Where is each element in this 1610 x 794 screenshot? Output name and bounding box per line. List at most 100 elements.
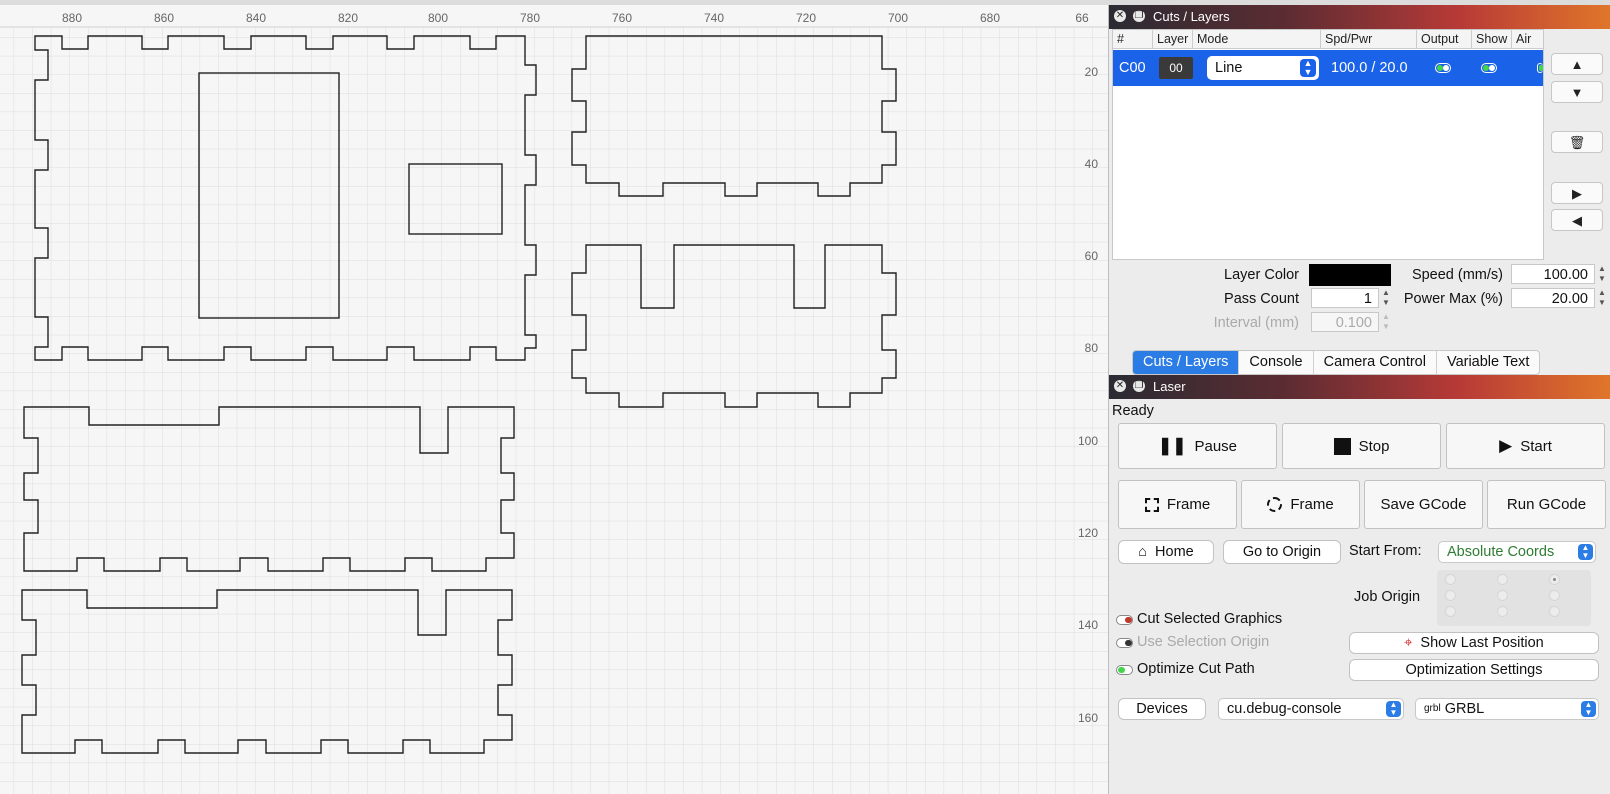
origin-radio[interactable]: [1445, 606, 1456, 617]
speed-stepper[interactable]: ▲ ▼: [1597, 264, 1607, 284]
frame-circle-button[interactable]: Frame: [1241, 480, 1360, 529]
ruler-label: 860: [154, 11, 174, 25]
start-from-select[interactable]: Absolute Coords ▲ ▼: [1438, 541, 1596, 563]
laser-panel-titlebar: ✕ ❐ Laser: [1109, 375, 1610, 399]
run-gcode-button[interactable]: Run GCode: [1487, 480, 1606, 529]
ruler-label: 760: [612, 11, 632, 25]
panel-title: Laser: [1153, 379, 1186, 394]
ruler-label: 100: [1078, 434, 1098, 448]
go-to-origin-button[interactable]: Go to Origin: [1223, 540, 1341, 564]
move-up-button[interactable]: ▲: [1551, 53, 1603, 75]
column-header[interactable]: #: [1113, 30, 1153, 49]
play-icon: ▶: [1499, 436, 1513, 455]
stop-icon: [1333, 437, 1351, 455]
origin-radio[interactable]: [1549, 590, 1560, 601]
ruler-label: 160: [1078, 711, 1098, 725]
column-header[interactable]: Layer: [1153, 30, 1193, 49]
ruler-label: 840: [246, 11, 266, 25]
show-last-position-button[interactable]: ⌖ Show Last Position: [1349, 632, 1599, 654]
frame-rect-button[interactable]: Frame: [1118, 480, 1237, 529]
move-right-button[interactable]: ▶: [1551, 182, 1603, 204]
power-max-stepper[interactable]: ▲ ▼: [1597, 288, 1607, 308]
stop-label: Stop: [1358, 437, 1390, 455]
tab-variable-text[interactable]: Variable Text: [1437, 351, 1539, 374]
column-header[interactable]: Air: [1512, 30, 1543, 49]
ruler-label: 40: [1085, 157, 1099, 171]
chevron-left-icon: ◀: [1572, 213, 1582, 228]
ruler-label: 880: [62, 11, 82, 25]
interval-input: 0.100: [1311, 312, 1379, 332]
move-down-button[interactable]: ▼: [1551, 81, 1603, 103]
chevron-updown-icon: ▲ ▼: [1386, 701, 1401, 717]
origin-radio[interactable]: [1445, 590, 1456, 601]
grbl-logo: grbl: [1424, 703, 1441, 714]
float-icon[interactable]: ❐: [1133, 380, 1145, 392]
cut-selected-toggle[interactable]: [1116, 615, 1133, 625]
air-toggle[interactable]: [1537, 63, 1543, 73]
layer-color-swatch[interactable]: [1309, 264, 1391, 286]
speed-power-value: 100.0 / 20.0: [1331, 60, 1408, 76]
pass-count-input[interactable]: 1: [1311, 288, 1379, 308]
origin-radio[interactable]: [1497, 590, 1508, 601]
mode-select[interactable]: Line ▲ ▼: [1207, 56, 1319, 80]
layer-color-chip[interactable]: 00: [1159, 57, 1193, 79]
laser-panel: ✕ ❐ Laser Ready ❚❚ Pause Stop ▶ Start Fr…: [1108, 375, 1610, 794]
output-toggle[interactable]: [1435, 63, 1451, 73]
canvas-drawing[interactable]: 880 860 840 820 800 780 760 740 720 700 680 66 20 40…: [0, 5, 1108, 794]
table-row[interactable]: C00 00 Line ▲ ▼ 100.0 / 20.0: [1113, 50, 1543, 86]
layer-color-label: Layer Color: [1224, 267, 1299, 283]
optimization-settings-button[interactable]: Optimization Settings: [1349, 659, 1599, 681]
move-left-button[interactable]: ◀: [1551, 209, 1603, 231]
close-icon[interactable]: ✕: [1114, 380, 1126, 392]
save-gcode-button[interactable]: Save GCode: [1364, 480, 1483, 529]
cuts-panel-titlebar: ✕ ❐ Cuts / Layers: [1109, 5, 1610, 29]
ruler-label: 700: [888, 11, 908, 25]
column-header[interactable]: Mode: [1193, 30, 1321, 49]
interval-stepper: ▲ ▼: [1382, 312, 1390, 331]
controller-select[interactable]: grbl GRBL ▲ ▼: [1415, 698, 1599, 720]
interval-label: Interval (mm): [1213, 315, 1299, 331]
use-selection-origin-label: Use Selection Origin: [1137, 634, 1270, 650]
pause-button[interactable]: ❚❚ Pause: [1118, 423, 1277, 469]
pass-count-stepper[interactable]: ▲ ▼: [1381, 288, 1391, 308]
origin-radio[interactable]: [1549, 606, 1560, 617]
ruler-label: 80: [1085, 341, 1099, 355]
panel-title: Cuts / Layers: [1153, 9, 1230, 24]
origin-radio[interactable]: [1497, 606, 1508, 617]
origin-radio[interactable]: [1549, 574, 1560, 585]
power-max-label: Power Max (%): [1403, 291, 1503, 307]
design-canvas[interactable]: 880 860 840 820 800 780 760 740 720 700 680 66 20 40…: [0, 5, 1108, 794]
tab-console[interactable]: Console: [1239, 351, 1314, 374]
ruler-label: 820: [338, 11, 358, 25]
controller-value: GRBL: [1444, 701, 1485, 717]
tab-cuts-layers[interactable]: Cuts / Layers: [1133, 351, 1240, 374]
show-toggle[interactable]: [1481, 63, 1497, 73]
origin-radio[interactable]: [1445, 574, 1456, 585]
ruler-label: 720: [796, 11, 816, 25]
float-icon[interactable]: ❐: [1133, 10, 1145, 22]
tab-camera-control[interactable]: Camera Control: [1314, 351, 1437, 374]
home-button[interactable]: ⌂ Home: [1118, 540, 1214, 564]
layers-table[interactable]: # Layer Mode Spd/Pwr Output Show Air C00…: [1112, 29, 1544, 260]
stop-button[interactable]: Stop: [1282, 423, 1441, 469]
start-from-value: Absolute Coords: [1447, 544, 1555, 560]
pass-count-label: Pass Count: [1224, 291, 1299, 307]
device-select[interactable]: cu.debug-console ▲ ▼: [1218, 698, 1404, 720]
power-max-input[interactable]: 20.00: [1511, 288, 1595, 308]
delete-layer-button[interactable]: 🗑: [1551, 131, 1603, 153]
pause-icon: ❚❚: [1157, 436, 1187, 455]
close-icon[interactable]: ✕: [1114, 10, 1126, 22]
column-header[interactable]: Spd/Pwr: [1321, 30, 1417, 49]
start-label: Start: [1520, 437, 1552, 455]
crosshair-icon: ⌖: [1404, 635, 1413, 651]
laser-status: Ready: [1112, 403, 1154, 419]
column-header[interactable]: Show: [1472, 30, 1512, 49]
origin-radio[interactable]: [1497, 574, 1508, 585]
device-value: cu.debug-console: [1227, 701, 1342, 717]
column-header[interactable]: Output: [1417, 30, 1472, 49]
devices-button[interactable]: Devices: [1118, 698, 1206, 720]
optimize-cut-path-toggle[interactable]: [1116, 665, 1133, 675]
start-button[interactable]: ▶ Start: [1446, 423, 1605, 469]
frame-rect-icon: [1144, 497, 1159, 512]
speed-input[interactable]: 100.00: [1511, 264, 1595, 284]
